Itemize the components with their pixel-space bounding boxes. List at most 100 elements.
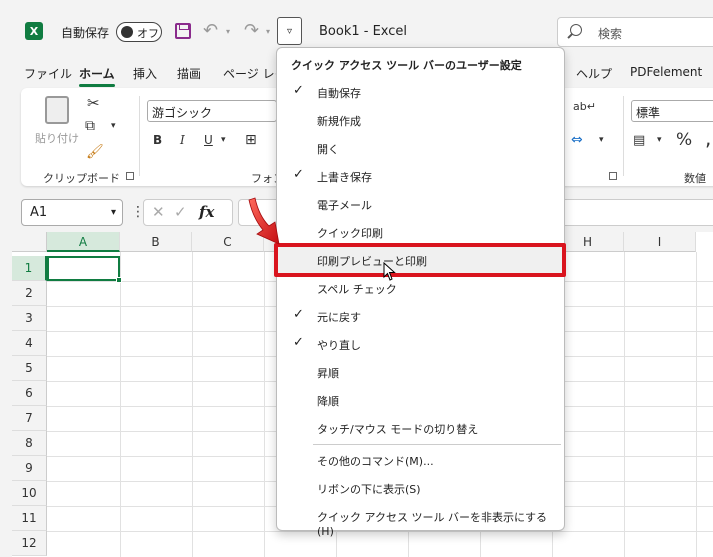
cancel-icon[interactable]: ✕ bbox=[152, 203, 165, 221]
percent-button[interactable]: % bbox=[676, 130, 692, 150]
active-cell[interactable] bbox=[47, 256, 122, 283]
menu-item-quick-print[interactable]: クイック印刷 bbox=[278, 218, 564, 246]
tab-file[interactable]: ファイル bbox=[24, 65, 72, 82]
window-title: Book1 - Excel bbox=[319, 24, 408, 39]
confirm-icon[interactable]: ✓ bbox=[174, 203, 187, 221]
format-painter-icon[interactable]: 🖌 bbox=[86, 144, 104, 160]
row-header[interactable]: 7 bbox=[12, 406, 47, 431]
check-icon: ✓ bbox=[293, 307, 304, 322]
menu-item-label: タッチ/マウス モードの切り替え bbox=[317, 423, 479, 436]
menu-item-label: クイック印刷 bbox=[317, 227, 383, 240]
clipboard-launcher-icon[interactable] bbox=[126, 172, 134, 180]
copy-icon[interactable]: ⧉ bbox=[85, 118, 95, 134]
menu-item-label: リボンの下に表示(S) bbox=[317, 483, 421, 496]
qat-customize-menu: クイック アクセス ツール バーのユーザー設定 ✓ 自動保存 新規作成 開く ✓… bbox=[276, 47, 565, 538]
tab-help[interactable]: ヘルプ bbox=[576, 65, 612, 82]
menu-item-hide-qat[interactable]: クイック アクセス ツール バーを非表示にする (H) bbox=[278, 502, 564, 538]
insert-function-button[interactable]: fx bbox=[199, 203, 214, 221]
menu-item-label: 電子メール bbox=[317, 199, 372, 212]
search-icon bbox=[570, 24, 582, 36]
autosave-toggle[interactable]: オフ bbox=[116, 22, 162, 42]
menu-item-sort-ascending[interactable]: 昇順 bbox=[278, 358, 564, 386]
chevron-down-icon: ▿ bbox=[286, 25, 293, 37]
italic-button[interactable]: I bbox=[180, 133, 185, 147]
fill-handle[interactable] bbox=[116, 277, 122, 283]
redo-icon[interactable]: ↷ bbox=[244, 20, 259, 41]
row-header[interactable]: 6 bbox=[12, 381, 47, 406]
menu-item-new[interactable]: 新規作成 bbox=[278, 106, 564, 134]
pointer-arrow-icon bbox=[248, 197, 280, 245]
number-format-combo[interactable]: 標準 bbox=[631, 100, 713, 122]
toggle-knob bbox=[121, 26, 133, 38]
grid-line bbox=[264, 252, 265, 557]
wrap-text-icon[interactable]: ab↵ bbox=[573, 100, 596, 113]
tab-insert[interactable]: 挿入 bbox=[133, 65, 157, 82]
menu-item-spelling[interactable]: スペル チェック bbox=[278, 274, 564, 302]
select-all-corner[interactable] bbox=[12, 232, 47, 252]
qat-customize-button[interactable]: ▿ bbox=[277, 17, 302, 45]
grid-line bbox=[696, 252, 697, 557]
menu-item-label: 上書き保存 bbox=[317, 171, 372, 184]
row-header[interactable]: 4 bbox=[12, 331, 47, 356]
column-header[interactable]: I bbox=[624, 232, 696, 252]
chevron-down-icon[interactable]: ▾ bbox=[111, 207, 116, 218]
search-input[interactable]: 検索 bbox=[557, 17, 713, 47]
menu-item-sort-descending[interactable]: 降順 bbox=[278, 386, 564, 414]
menu-separator bbox=[313, 444, 561, 445]
grid-line bbox=[120, 252, 121, 557]
row-header[interactable]: 8 bbox=[12, 431, 47, 456]
comma-button[interactable]: , bbox=[705, 126, 711, 150]
undo-dropdown-icon[interactable]: ▾ bbox=[226, 27, 230, 36]
menu-item-more-commands[interactable]: その他のコマンド(M)... bbox=[278, 446, 564, 474]
underline-button[interactable]: U bbox=[204, 133, 213, 147]
undo-icon[interactable]: ↶ bbox=[203, 20, 218, 41]
name-box-value: A1 bbox=[30, 205, 48, 220]
name-box[interactable]: A1 ▾ bbox=[21, 199, 123, 226]
redo-dropdown-icon[interactable]: ▾ bbox=[266, 27, 270, 36]
merge-dropdown-icon[interactable]: ▾ bbox=[599, 135, 604, 145]
currency-dropdown-icon[interactable]: ▾ bbox=[657, 135, 662, 145]
menu-item-save[interactable]: ✓ 上書き保存 bbox=[278, 162, 564, 190]
check-icon: ✓ bbox=[293, 335, 304, 350]
save-icon[interactable] bbox=[175, 23, 191, 39]
menu-item-show-below-ribbon[interactable]: リボンの下に表示(S) bbox=[278, 474, 564, 502]
menu-item-autosave[interactable]: ✓ 自動保存 bbox=[278, 78, 564, 106]
alignment-launcher-icon[interactable] bbox=[609, 172, 617, 180]
menu-item-touch-mode[interactable]: タッチ/マウス モードの切り替え bbox=[278, 414, 564, 442]
copy-dropdown-icon[interactable]: ▾ bbox=[111, 121, 116, 131]
underline-dropdown-icon[interactable]: ▾ bbox=[221, 135, 226, 145]
tab-draw[interactable]: 描画 bbox=[177, 65, 201, 82]
number-group-label: 数値 bbox=[684, 172, 706, 185]
row-header[interactable]: 11 bbox=[12, 506, 47, 531]
row-header[interactable]: 2 bbox=[12, 281, 47, 306]
row-header[interactable]: 1 bbox=[12, 256, 47, 281]
column-header[interactable]: B bbox=[120, 232, 192, 252]
row-header[interactable]: 3 bbox=[12, 306, 47, 331]
menu-item-open[interactable]: 開く bbox=[278, 134, 564, 162]
row-header[interactable]: 9 bbox=[12, 456, 47, 481]
borders-icon[interactable]: ⊞ bbox=[245, 132, 257, 148]
currency-icon[interactable]: ▤ bbox=[633, 133, 645, 148]
paste-icon[interactable] bbox=[45, 96, 69, 124]
merge-center-icon[interactable]: ⇔ bbox=[571, 132, 583, 148]
menu-item-undo[interactable]: ✓ 元に戻す bbox=[278, 302, 564, 330]
row-header[interactable]: 10 bbox=[12, 481, 47, 506]
cut-icon[interactable]: ✂ bbox=[87, 94, 100, 112]
formula-buttons: ✕ ✓ fx bbox=[143, 199, 233, 226]
mouse-cursor-icon bbox=[383, 262, 396, 281]
group-separator bbox=[139, 96, 140, 176]
row-header[interactable]: 12 bbox=[12, 531, 47, 556]
paste-label[interactable]: 貼り付け bbox=[35, 130, 79, 146]
menu-item-label: 新規作成 bbox=[317, 115, 361, 128]
column-header[interactable]: A bbox=[47, 232, 120, 252]
check-icon: ✓ bbox=[293, 167, 304, 182]
font-name-combo[interactable]: 游ゴシック bbox=[147, 100, 277, 122]
row-header[interactable]: 5 bbox=[12, 356, 47, 381]
menu-item-redo[interactable]: ✓ やり直し bbox=[278, 330, 564, 358]
bold-button[interactable]: B bbox=[153, 133, 162, 147]
tab-pdfelement[interactable]: PDFelement bbox=[630, 65, 702, 79]
menu-item-email[interactable]: 電子メール bbox=[278, 190, 564, 218]
menu-item-label: その他のコマンド(M)... bbox=[317, 455, 434, 468]
tab-home[interactable]: ホーム bbox=[79, 65, 115, 87]
menu-item-label: クイック アクセス ツール バーを非表示にする (H) bbox=[317, 511, 548, 538]
